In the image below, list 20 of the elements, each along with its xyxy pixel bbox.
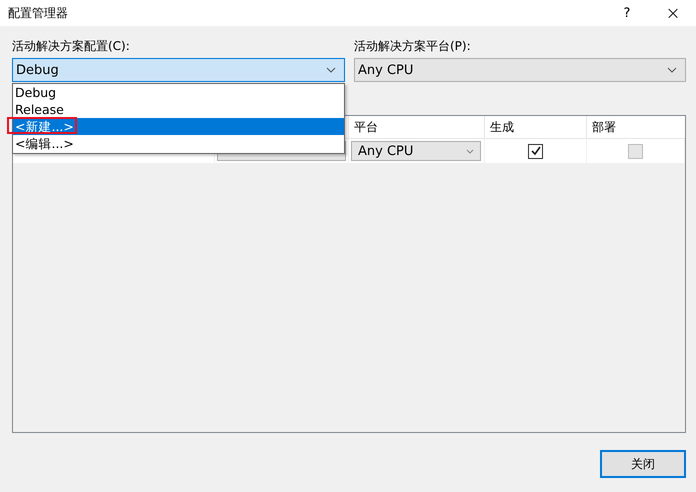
chevron-down-icon (466, 148, 474, 154)
configuration-label: 活动解决方案配置(C): (12, 38, 131, 54)
platform-select[interactable]: Any CPU (351, 141, 481, 161)
platform-label: 活动解决方案平台(P): (354, 38, 472, 54)
dropdown-option[interactable]: Release (13, 101, 344, 118)
chevron-down-icon (326, 67, 336, 73)
dropdown-option[interactable]: Debug (13, 84, 344, 101)
dropdown-option[interactable]: <新建...> (13, 118, 344, 135)
platform-dropdown[interactable]: Any CPU (354, 58, 686, 82)
column-header[interactable]: 部署 (587, 116, 685, 138)
configuration-dropdown[interactable]: Debug (12, 58, 345, 82)
window-title: 配置管理器 (8, 4, 69, 22)
build-checkbox[interactable] (528, 144, 543, 158)
column-header[interactable]: 平台 (349, 116, 485, 138)
close-button[interactable]: × (650, 0, 696, 26)
column-header[interactable]: 生成 (485, 116, 587, 138)
chevron-down-icon (667, 67, 677, 73)
help-button[interactable]: ? (604, 0, 650, 26)
dropdown-option[interactable]: <编辑...> (13, 135, 344, 152)
close-dialog-button[interactable]: 关闭 (600, 450, 686, 478)
